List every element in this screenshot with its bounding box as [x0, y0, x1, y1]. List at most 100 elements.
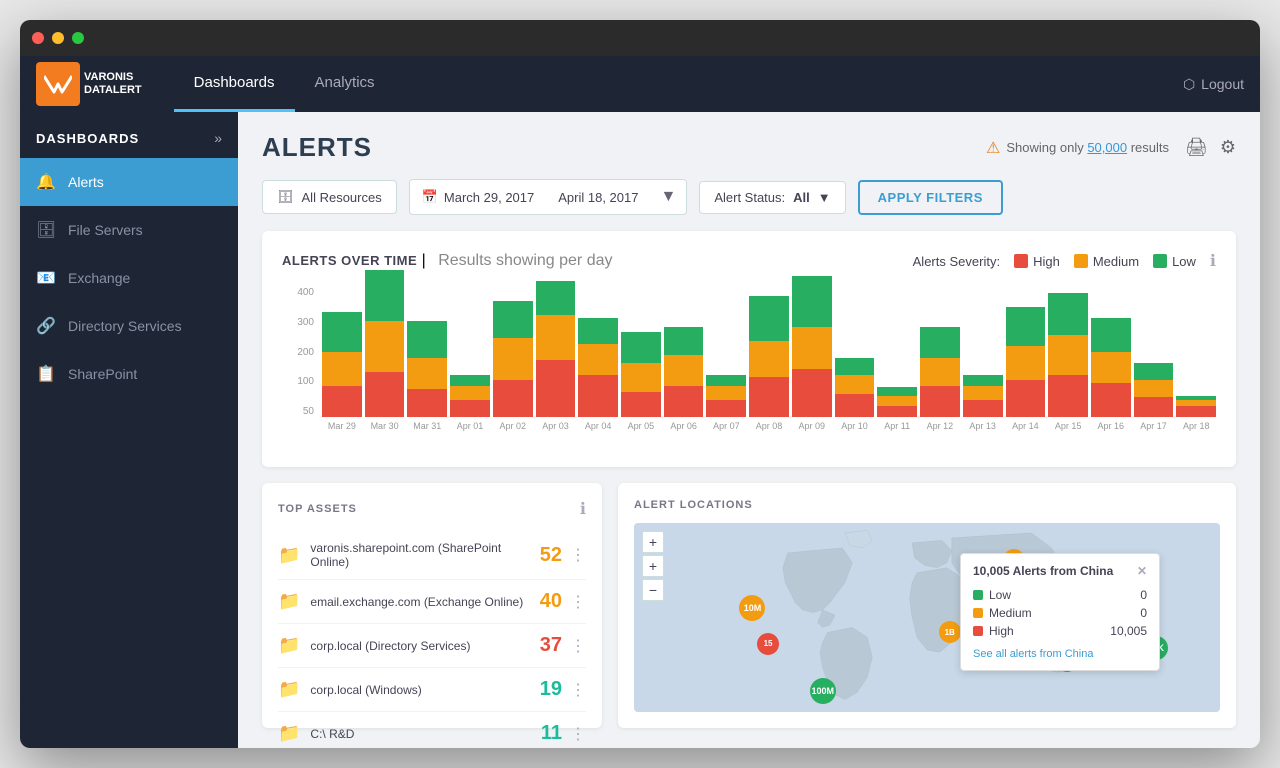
bar-segment-medium	[1091, 352, 1131, 383]
bar-group[interactable]	[322, 312, 362, 417]
bar-group[interactable]	[493, 301, 533, 417]
map-zoom-out-button[interactable]: −	[642, 579, 664, 601]
legend-low: Low	[1153, 254, 1196, 269]
status-filter[interactable]: Alert Status: All ▼	[699, 181, 845, 214]
bar-segment-low	[322, 312, 362, 352]
logout-icon: ⬡	[1183, 76, 1195, 93]
bar-group[interactable]	[920, 327, 960, 417]
bar-segment-low	[877, 387, 917, 395]
bar-segment-low	[1006, 307, 1046, 347]
assets-info-icon[interactable]: ℹ	[580, 499, 586, 519]
bar-group[interactable]	[365, 270, 405, 417]
bar-group[interactable]	[1091, 318, 1131, 417]
bar-group[interactable]	[877, 387, 917, 417]
asset-menu-button[interactable]: ⋮	[570, 592, 586, 612]
chart-separator: |	[422, 252, 431, 269]
settings-icon[interactable]: ⚙	[1220, 137, 1236, 158]
date-range-filter[interactable]: 📅 March 29, 2017 April 18, 2017 ▼	[409, 179, 688, 215]
sidebar-item-exchange[interactable]: 📧 Exchange	[20, 254, 238, 302]
bar-segment-medium	[963, 386, 1003, 400]
x-label: Apr 10	[835, 421, 875, 431]
bar-group[interactable]	[1134, 363, 1174, 417]
bar-group[interactable]	[792, 276, 832, 417]
minimize-button[interactable]	[52, 32, 64, 44]
bar-group[interactable]	[578, 318, 618, 417]
x-label: Apr 07	[706, 421, 746, 431]
medium-checkbox[interactable]	[1074, 254, 1088, 268]
high-checkbox[interactable]	[1014, 254, 1028, 268]
close-button[interactable]	[32, 32, 44, 44]
alert-locations-card: ALERT LOCATIONS	[618, 483, 1236, 728]
x-label: Apr 03	[536, 421, 576, 431]
sidebar-expand-icon[interactable]: »	[214, 130, 222, 146]
map-zoom-in-button[interactable]: +	[642, 531, 664, 553]
asset-menu-button[interactable]: ⋮	[570, 545, 586, 565]
x-label: Apr 17	[1134, 421, 1174, 431]
bar-group[interactable]	[536, 281, 576, 417]
bar-segment-high	[749, 377, 789, 417]
assets-card-header: TOP ASSETS ℹ	[278, 499, 586, 519]
bar-group[interactable]	[1176, 396, 1216, 417]
tooltip-row-high: High 10,005	[973, 622, 1147, 640]
bar-segment-low	[1091, 318, 1131, 352]
header-icons: 🖨 ⚙	[1185, 137, 1236, 158]
sidebar-item-directory-services[interactable]: 🔗 Directory Services	[20, 302, 238, 350]
map-marker[interactable]: 15	[757, 633, 779, 655]
title-bar	[20, 20, 1260, 56]
bar-group[interactable]	[1006, 307, 1046, 417]
bar-group[interactable]	[664, 327, 704, 417]
bar-group[interactable]	[1048, 293, 1088, 417]
apply-filters-button[interactable]: APPLY FILTERS	[858, 180, 1003, 215]
asset-menu-button[interactable]: ⋮	[570, 680, 586, 700]
map-zoom-reset-button[interactable]: +	[642, 555, 664, 577]
nav-item-dashboards[interactable]: Dashboards	[174, 56, 295, 112]
bar-group[interactable]	[706, 375, 746, 417]
page-header: ALERTS ⚠ Showing only 50,000 results 🖨 ⚙	[262, 132, 1236, 163]
asset-menu-button[interactable]: ⋮	[570, 636, 586, 656]
map-marker[interactable]: 1B	[939, 621, 961, 643]
maximize-button[interactable]	[72, 32, 84, 44]
resources-label: All Resources	[302, 190, 382, 205]
low-checkbox[interactable]	[1153, 254, 1167, 268]
resources-filter[interactable]: 🗄 All Resources	[262, 180, 397, 214]
tooltip-close-button[interactable]: ✕	[1137, 564, 1147, 578]
print-icon[interactable]: 🖨	[1185, 137, 1208, 158]
bar-group[interactable]	[749, 296, 789, 418]
results-text: Showing only 50,000 results	[1006, 140, 1169, 155]
bar-segment-medium	[621, 363, 661, 391]
medium-dot	[973, 608, 983, 618]
x-label: Apr 14	[1006, 421, 1046, 431]
tooltip-high-label: High	[973, 624, 1014, 638]
see-all-china-link[interactable]: See all alerts from China	[973, 648, 1147, 660]
bar-segment-low	[835, 358, 875, 375]
bar-segment-low	[920, 327, 960, 358]
chart-info-icon[interactable]: ℹ	[1210, 251, 1216, 271]
date-dropdown-icon[interactable]: ▼	[650, 180, 686, 214]
sidebar-item-alerts[interactable]: 🔔 Alerts	[20, 158, 238, 206]
nav-item-analytics[interactable]: Analytics	[295, 56, 395, 112]
asset-count: 19	[540, 678, 562, 701]
bar-group[interactable]	[450, 375, 490, 417]
folder-icon: 📁	[278, 679, 300, 700]
map-container: + + − 1M10M1K1B1510K10S100M 1	[634, 523, 1220, 712]
sidebar-item-sharepoint[interactable]: 📋 SharePoint	[20, 350, 238, 398]
bar-group[interactable]	[835, 358, 875, 417]
tooltip-row-medium: Medium 0	[973, 604, 1147, 622]
legend-low-label: Low	[1172, 254, 1196, 269]
bar-group[interactable]	[621, 332, 661, 417]
map-marker[interactable]: 100M	[810, 678, 836, 704]
logo-box	[36, 62, 80, 106]
x-label: Apr 02	[493, 421, 533, 431]
bar-group[interactable]	[407, 321, 447, 417]
logout-label: Logout	[1201, 76, 1244, 92]
bar-group[interactable]	[963, 375, 1003, 417]
asset-menu-button[interactable]: ⋮	[570, 724, 586, 744]
logout-button[interactable]: ⬡ Logout	[1183, 76, 1244, 93]
exchange-icon: 📧	[36, 268, 56, 288]
tooltip-title: 10,005 Alerts from China	[973, 564, 1113, 578]
sharepoint-icon: 📋	[36, 364, 56, 384]
low-dot	[973, 590, 983, 600]
map-controls: + + −	[642, 531, 664, 601]
sidebar-item-file-servers[interactable]: 🗄 File Servers	[20, 206, 238, 254]
sidebar-item-label: Alerts	[68, 174, 104, 190]
